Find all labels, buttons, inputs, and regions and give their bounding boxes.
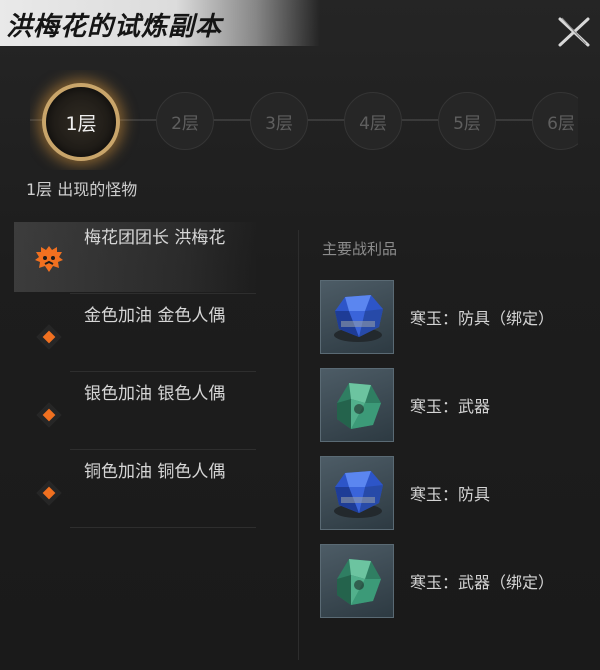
blue-gem-icon xyxy=(334,295,383,342)
close-icon xyxy=(558,17,590,47)
title-bar: 洪梅花的试炼副本 xyxy=(0,0,320,46)
floor-tab-3[interactable]: 3层 xyxy=(250,92,308,150)
green-gem-icon xyxy=(337,559,381,605)
monster-name: 金色加油 金色人偶 xyxy=(84,306,226,326)
floor-label: 4层 xyxy=(359,113,387,134)
monster-name: 铜色加油 铜色人偶 xyxy=(84,462,226,482)
loot-title: 主要战利品 xyxy=(322,240,398,258)
loot-icon-frame xyxy=(320,456,394,530)
monster-name: 梅花团团长 洪梅花 xyxy=(84,228,226,248)
window-title: 洪梅花的试炼副本 xyxy=(6,12,223,42)
loot-item[interactable]: 寒玉：防具（绑定） xyxy=(320,280,590,356)
divider xyxy=(70,371,256,372)
monster-item-boss[interactable]: 梅花团团长 洪梅花 xyxy=(14,218,258,294)
loot-item[interactable]: 寒玉：武器 xyxy=(320,368,590,444)
loot-item[interactable]: 寒玉：武器（绑定） xyxy=(320,544,590,620)
loot-name: 寒玉：防具 xyxy=(410,485,491,504)
blue-gem-icon xyxy=(334,471,383,518)
floor-label: 1层 xyxy=(65,112,97,135)
monster-item-silver[interactable]: 银色加油 银色人偶 xyxy=(14,374,258,450)
monster-list: 梅花团团长 洪梅花 金色加油 金色人偶 银色加油 银色人偶 铜色加油 铜色人偶 xyxy=(14,218,258,538)
loot-icon-frame xyxy=(320,280,394,354)
monster-name: 银色加油 银色人偶 xyxy=(84,384,226,404)
floor-label: 3层 xyxy=(265,113,293,134)
loot-icon-frame xyxy=(320,544,394,618)
monster-item-copper[interactable]: 铜色加油 铜色人偶 xyxy=(14,452,258,528)
floor-tab-1[interactable]: 1层 xyxy=(42,83,120,161)
floor-label: 5层 xyxy=(453,113,481,134)
floor-label: 2层 xyxy=(171,113,199,134)
diamond-icon xyxy=(36,402,62,428)
loot-name: 寒玉：武器（绑定） xyxy=(410,573,555,592)
green-gem-icon xyxy=(337,383,381,429)
close-button[interactable] xyxy=(556,14,592,50)
loot-icon-frame xyxy=(320,368,394,442)
column-divider xyxy=(298,230,299,660)
monster-item-gold[interactable]: 金色加油 金色人偶 xyxy=(14,296,258,372)
diamond-icon xyxy=(36,480,62,506)
divider xyxy=(70,449,256,450)
floor-label: 6层 xyxy=(547,113,575,134)
floor-tab-6[interactable]: 6层 xyxy=(532,92,578,150)
diamond-icon xyxy=(36,324,62,350)
floor-selector: 1层 2层 3层 4层 5层 6层 xyxy=(30,70,578,170)
divider xyxy=(70,293,256,294)
loot-item[interactable]: 寒玉：防具 xyxy=(320,456,590,532)
loot-name: 寒玉：防具（绑定） xyxy=(410,309,555,328)
boss-lion-icon xyxy=(35,246,63,272)
floor-tab-5[interactable]: 5层 xyxy=(438,92,496,150)
divider xyxy=(70,527,256,528)
floor-caption: 1层 出现的怪物 xyxy=(26,180,138,199)
loot-name: 寒玉：武器 xyxy=(410,397,491,416)
floor-tab-4[interactable]: 4层 xyxy=(344,92,402,150)
floor-tab-2[interactable]: 2层 xyxy=(156,92,214,150)
